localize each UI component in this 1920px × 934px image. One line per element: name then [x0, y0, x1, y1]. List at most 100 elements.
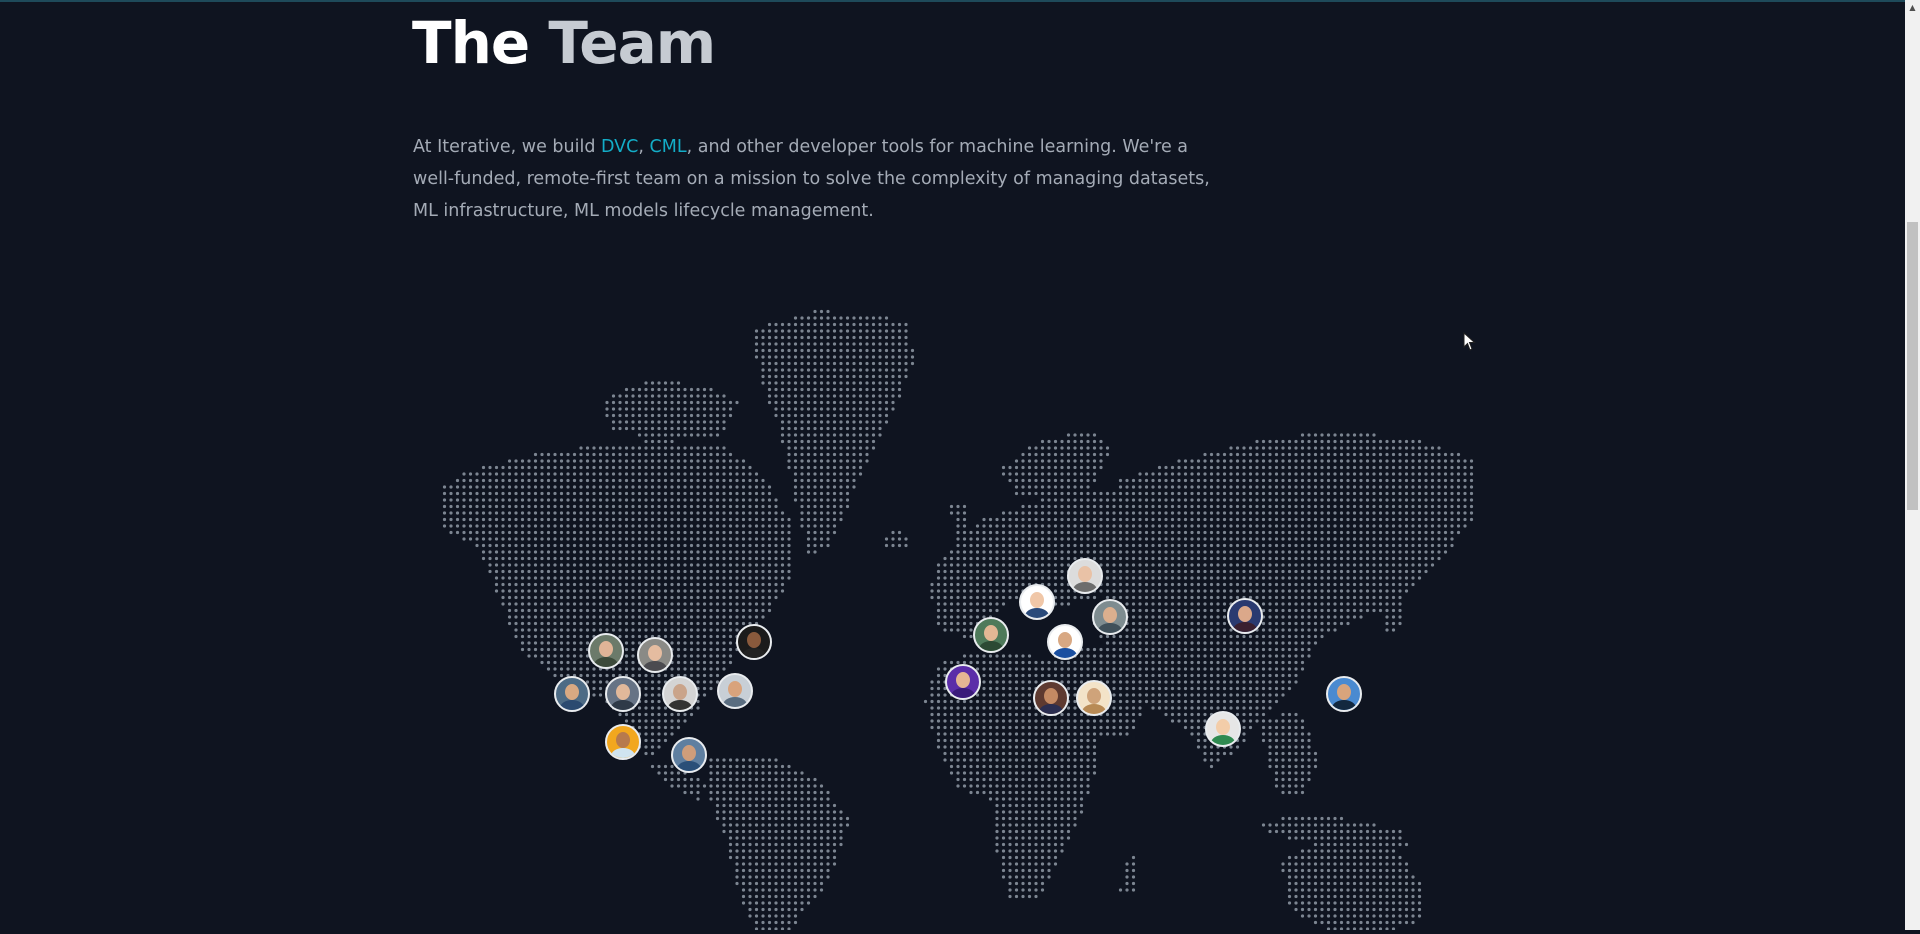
map-dot — [995, 673, 999, 678]
map-dot — [774, 550, 778, 554]
map-dot — [1268, 608, 1272, 613]
map-dot — [501, 582, 505, 587]
map-dot — [1307, 537, 1311, 541]
map-dot — [696, 387, 700, 392]
map-dot — [1352, 615, 1357, 619]
map-dot — [1320, 543, 1324, 548]
map-dot — [1268, 615, 1272, 619]
map-dot — [657, 582, 661, 587]
map-dot — [559, 556, 564, 561]
map-dot — [1073, 595, 1077, 600]
map-dot — [1183, 621, 1188, 626]
map-dot — [1073, 511, 1077, 515]
map-dot — [1118, 485, 1123, 489]
map-dot — [702, 556, 707, 561]
map-dot — [1229, 641, 1233, 645]
map-dot — [1274, 452, 1279, 457]
map-dot — [1040, 472, 1045, 476]
map-dot — [605, 595, 609, 600]
map-dot — [741, 511, 746, 515]
map-dot — [1034, 478, 1038, 483]
map-dot — [722, 576, 726, 580]
map-dot — [1164, 660, 1168, 665]
map-dot — [1060, 543, 1064, 548]
map-dot — [891, 368, 895, 372]
map-dot — [1229, 472, 1233, 476]
map-dot — [962, 615, 967, 619]
map-dot — [1183, 576, 1188, 580]
map-dot — [676, 459, 681, 463]
map-dot — [572, 615, 577, 619]
map-dot — [709, 465, 713, 470]
map-dot — [566, 641, 570, 645]
map-dot — [553, 524, 557, 528]
map-dot — [676, 407, 681, 411]
map-dot — [767, 517, 772, 522]
map-dot — [715, 433, 720, 437]
map-dot — [754, 491, 759, 496]
map-dot — [1287, 589, 1292, 593]
map-dot — [1196, 589, 1201, 593]
map-dot — [839, 348, 843, 353]
map-dot — [1326, 589, 1331, 593]
map-dot — [800, 407, 804, 411]
dvc-link[interactable]: DVC — [601, 137, 638, 157]
map-dot — [761, 329, 765, 333]
map-dot — [585, 491, 590, 496]
map-dot — [1365, 465, 1370, 470]
map-dot — [832, 465, 837, 470]
map-dot — [800, 342, 804, 346]
map-dot — [1112, 550, 1116, 554]
map-dot — [1417, 537, 1422, 541]
map-dot — [728, 459, 733, 463]
map-dot — [657, 530, 661, 535]
map-dot — [761, 556, 765, 561]
map-dot — [1268, 602, 1272, 606]
map-dot — [1391, 485, 1396, 489]
map-dot — [962, 699, 967, 704]
map-dot — [852, 316, 856, 320]
map-dot — [611, 465, 616, 470]
map-dot — [1313, 550, 1318, 554]
map-dot — [1099, 439, 1103, 444]
map-dot — [1268, 524, 1272, 528]
map-dot — [1404, 524, 1409, 528]
map-dot — [650, 686, 655, 691]
map-dot — [871, 335, 876, 340]
map-dot — [962, 550, 967, 554]
map-dot — [1430, 452, 1435, 457]
cml-link[interactable]: CML — [650, 137, 687, 157]
map-dot — [1307, 654, 1311, 658]
map-dot — [507, 485, 512, 489]
map-dot — [1105, 530, 1110, 535]
map-dot — [1391, 459, 1396, 463]
map-dot — [1190, 693, 1194, 697]
map-dot — [949, 556, 954, 561]
map-dot — [1138, 608, 1142, 613]
map-dot — [1326, 582, 1331, 587]
map-dot — [1463, 465, 1467, 470]
map-dot — [1216, 608, 1220, 613]
map-dot — [702, 673, 707, 678]
map-dot — [702, 478, 707, 483]
map-dot — [780, 589, 785, 593]
map-dot — [962, 530, 967, 535]
map-dot — [1131, 660, 1136, 665]
map-dot — [709, 433, 713, 437]
map-dot — [1216, 485, 1220, 489]
map-dot — [709, 654, 713, 658]
map-dot — [1346, 439, 1350, 444]
map-dot — [676, 452, 681, 457]
map-dot — [1339, 472, 1344, 476]
map-dot — [676, 426, 681, 431]
map-dot — [585, 504, 590, 509]
map-dot — [592, 498, 596, 502]
map-dot — [1437, 517, 1441, 522]
map-dot — [1112, 556, 1116, 561]
map-dot — [1144, 634, 1149, 639]
map-dot — [611, 602, 616, 606]
map-dot — [1099, 517, 1103, 522]
map-dot — [936, 576, 941, 580]
map-dot — [709, 491, 713, 496]
map-dot — [1294, 621, 1298, 626]
